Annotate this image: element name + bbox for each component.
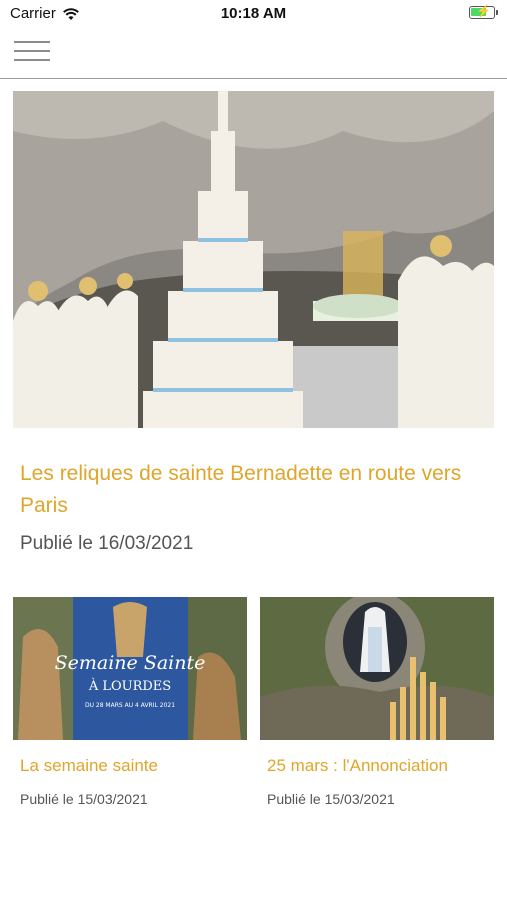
article-card-title[interactable]: 25 mars : l'Annonciation — [267, 756, 494, 776]
status-bar: Carrier 10:18 AM ⚡ — [0, 0, 507, 30]
article-card[interactable]: Semaine Sainte À LOURDES DU 28 MARS AU 4… — [13, 597, 247, 807]
hero-article-date: Publié le 16/03/2021 — [20, 533, 194, 554]
article-card-date: Publié le 15/03/2021 — [267, 791, 395, 807]
card-image-subtitle: À LOURDES — [88, 678, 171, 694]
menu-button[interactable] — [14, 41, 50, 65]
menu-line — [14, 50, 50, 52]
article-card[interactable]: 25 mars : l'Annonciation Publié le 15/03… — [260, 597, 494, 807]
menu-line — [14, 41, 50, 43]
article-card-image[interactable] — [260, 597, 494, 740]
hero-article-image[interactable] — [13, 91, 494, 428]
battery-icon: ⚡ — [469, 4, 498, 19]
navigation-bar — [0, 30, 507, 79]
article-card-title[interactable]: La semaine sainte — [20, 756, 247, 776]
article-card-date: Publié le 15/03/2021 — [20, 791, 148, 807]
card-image-dates: DU 28 MARS AU 4 AVRIL 2021 — [85, 702, 175, 709]
hero-article-title[interactable]: Les reliques de sainte Bernadette en rou… — [20, 458, 490, 522]
status-time: 10:18 AM — [220, 5, 287, 22]
card-image-title: Semaine Sainte — [55, 652, 206, 674]
article-card-image[interactable]: Semaine Sainte À LOURDES DU 28 MARS AU 4… — [13, 597, 247, 740]
charging-bolt-icon: ⚡ — [476, 4, 491, 18]
menu-line — [14, 59, 50, 61]
